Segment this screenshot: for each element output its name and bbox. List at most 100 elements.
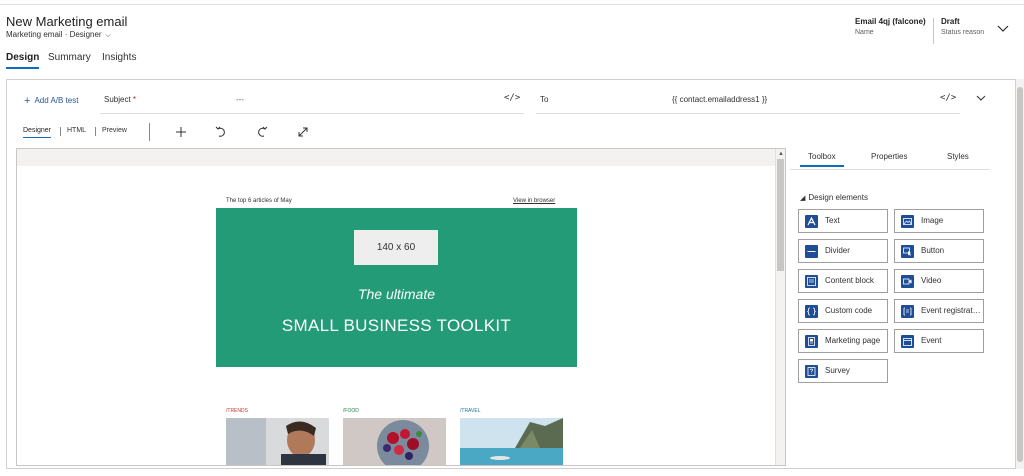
- element-label: Event: [921, 336, 942, 345]
- undo-icon[interactable]: [213, 124, 229, 140]
- food-article-image[interactable]: [343, 418, 446, 466]
- collapse-chevron-icon[interactable]: [975, 92, 987, 104]
- side-tab-properties[interactable]: Properties: [871, 152, 907, 161]
- element-button[interactable]: Button: [894, 239, 984, 263]
- status-label: Status reason: [941, 29, 985, 36]
- page-title: New Marketing email: [6, 14, 128, 29]
- event-icon: [901, 335, 914, 348]
- editor-tab-separator: [95, 127, 96, 136]
- element-label: Custom code: [825, 306, 873, 315]
- to-underline: [536, 113, 960, 114]
- expand-header-chevron-icon[interactable]: [996, 22, 1010, 36]
- header-divider: [933, 18, 934, 44]
- marketing-page-icon: [805, 335, 818, 348]
- element-label: Divider: [825, 246, 850, 255]
- record-header: New Marketing email Marketing email · De…: [0, 6, 1024, 46]
- element-custom-code[interactable]: Custom code: [798, 299, 888, 323]
- fullscreen-icon[interactable]: [295, 124, 311, 140]
- plus-icon: +: [24, 95, 31, 107]
- subject-input[interactable]: ---: [236, 95, 244, 104]
- required-marker: *: [132, 95, 137, 104]
- add-ab-test-button[interactable]: + Add A/B test: [24, 94, 79, 107]
- element-label: Event registrati...: [921, 306, 981, 315]
- editor-tab-separator: [60, 127, 61, 136]
- element-label: Marketing page: [825, 336, 881, 345]
- side-tab-styles[interactable]: Styles: [947, 152, 969, 161]
- category-travel: /TRAVEL: [460, 408, 481, 414]
- side-panel-tabs: Toolbox Properties Styles: [790, 148, 990, 170]
- email-preheader: The top 6 articles of May: [226, 198, 292, 204]
- design-elements-title: Design elements: [808, 193, 868, 202]
- element-image[interactable]: Image: [894, 209, 984, 233]
- travel-article-image[interactable]: [460, 418, 563, 466]
- element-event[interactable]: Event: [894, 329, 984, 353]
- element-event-registration[interactable]: Event registrati...: [894, 299, 984, 323]
- subject-code-icon[interactable]: </>: [504, 93, 520, 103]
- canvas-scrollbar[interactable]: ▲: [775, 149, 785, 465]
- status-value: Draft: [941, 17, 960, 26]
- to-code-icon[interactable]: </>: [940, 93, 956, 103]
- editor-tab-html[interactable]: HTML: [67, 127, 86, 134]
- form-selector[interactable]: Marketing email · Designer ⌵: [6, 30, 111, 40]
- element-label: Button: [921, 246, 945, 255]
- element-video[interactable]: Video: [894, 269, 984, 293]
- status-field: Draft Status reason: [941, 17, 984, 36]
- category-food: /FOOD: [343, 408, 359, 414]
- view-in-browser-link[interactable]: View in browser: [513, 198, 555, 204]
- add-icon[interactable]: [173, 124, 189, 140]
- content-block-icon: [805, 275, 818, 288]
- button-icon: [901, 245, 914, 258]
- element-survey[interactable]: Survey: [798, 359, 888, 383]
- canvas-scrollbar-thumb[interactable]: [777, 159, 784, 271]
- element-label: Text: [825, 216, 840, 225]
- custom-code-icon: [805, 305, 818, 318]
- page-scrollbar-thumb[interactable]: [1017, 87, 1023, 462]
- element-label: Image: [921, 216, 944, 225]
- logo-placeholder[interactable]: 140 x 60: [354, 230, 438, 265]
- hero-banner[interactable]: 140 x 60 The ultimate SMALL BUSINESS TOO…: [216, 208, 577, 367]
- chevron-down-icon: ⌵: [103, 32, 111, 39]
- add-ab-test-label: Add A/B test: [34, 96, 79, 105]
- subject-label-text: Subject: [104, 95, 131, 104]
- element-divider[interactable]: Divider: [798, 239, 888, 263]
- element-marketing-page[interactable]: Marketing page: [798, 329, 888, 353]
- scroll-up-icon[interactable]: ▲: [778, 151, 784, 157]
- to-label: To: [540, 95, 549, 104]
- name-label: Name: [855, 29, 874, 36]
- editor-tab-designer[interactable]: Designer: [23, 127, 52, 138]
- form-selector-label: Marketing email · Designer: [6, 30, 102, 39]
- subject-label: Subject *: [104, 95, 136, 104]
- redo-icon[interactable]: [254, 124, 270, 140]
- name-field: Email 4qj (falcone) Name: [855, 17, 926, 36]
- collapse-triangle-icon: ◢: [800, 195, 806, 202]
- hero-line-1: The ultimate: [357, 286, 436, 302]
- toolbar-separator: [149, 123, 150, 141]
- tab-insights[interactable]: Insights: [102, 52, 136, 63]
- element-label: Survey: [825, 366, 850, 375]
- tab-summary[interactable]: Summary: [48, 52, 91, 63]
- subject-underline: [100, 113, 524, 114]
- element-text[interactable]: Text: [798, 209, 888, 233]
- canvas-top-bar: [17, 149, 775, 166]
- name-value: Email 4qj (falcone): [855, 17, 926, 26]
- top-border: [0, 0, 1024, 5]
- hero-line-2: SMALL BUSINESS TOOLKIT: [281, 316, 512, 335]
- to-input[interactable]: {{ contact.emailaddress1 }}: [672, 95, 767, 104]
- email-canvas[interactable]: ▲ The top 6 articles of May View in brow…: [16, 148, 786, 466]
- element-label: Video: [921, 276, 942, 285]
- element-label: Content block: [825, 276, 874, 285]
- text-icon: [805, 215, 818, 228]
- editor-tab-preview[interactable]: Preview: [102, 127, 127, 134]
- page-scrollbar[interactable]: [1016, 79, 1024, 469]
- category-trends: /TRENDS: [226, 408, 248, 414]
- tab-design[interactable]: Design: [6, 52, 40, 69]
- element-content-block[interactable]: Content block: [798, 269, 888, 293]
- divider-icon: [805, 245, 818, 258]
- survey-icon: [805, 365, 818, 378]
- video-icon: [901, 275, 914, 288]
- trends-article-image[interactable]: [226, 418, 329, 466]
- image-icon: [901, 215, 914, 228]
- side-tab-toolbox[interactable]: Toolbox: [800, 152, 844, 167]
- design-elements-header[interactable]: ◢ Design elements: [800, 193, 868, 202]
- event-registration-icon: [901, 305, 914, 318]
